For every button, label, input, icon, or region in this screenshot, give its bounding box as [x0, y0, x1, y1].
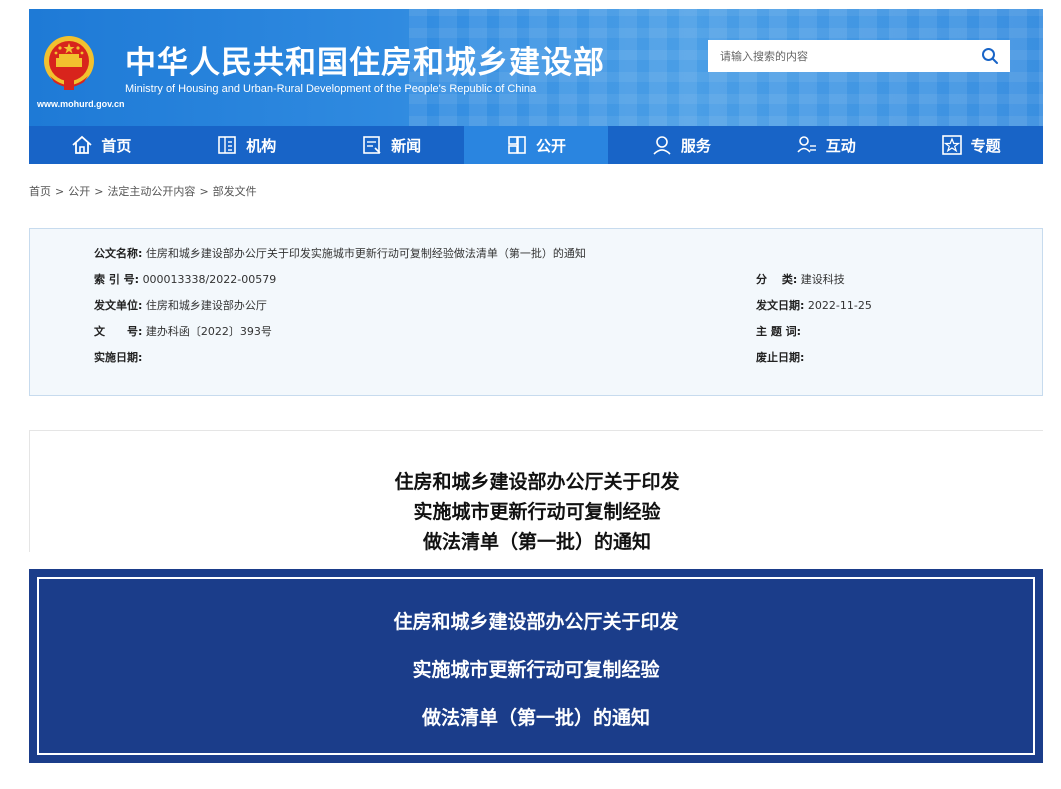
- breadcrumb-item-disclosure[interactable]: 公开: [68, 185, 90, 198]
- service-icon: [653, 136, 671, 155]
- info-effective-date: 实施日期:: [94, 349, 142, 365]
- info-label: 公文名称:: [94, 247, 143, 260]
- info-value: 000013338/2022-00579: [142, 273, 277, 286]
- search-icon: [982, 48, 998, 64]
- breadcrumb-item-home[interactable]: 首页: [29, 185, 51, 198]
- article-title-line: 实施城市更新行动可复制经验: [413, 501, 661, 523]
- breadcrumb: 首页 > 公开 > 法定主动公开内容 > 部发文件: [29, 185, 257, 198]
- title-banner-image: 住房和城乡建设部办公厅关于印发 实施城市更新行动可复制经验 做法清单（第一批）的…: [29, 569, 1043, 763]
- nav-label: 首页: [101, 136, 132, 155]
- nav-item-disclosure[interactable]: 公开: [463, 126, 609, 164]
- info-value: 住房和城乡建设部办公厅关于印发实施城市更新行动可复制经验做法清单（第一批）的通知: [145, 247, 586, 260]
- star-box-icon: [941, 135, 962, 155]
- site-title[interactable]: 中华人民共和国住房和城乡建设部: [125, 37, 605, 82]
- info-label: 实施日期:: [94, 351, 143, 364]
- nav-label: 专题: [970, 136, 1001, 155]
- info-value: 建办科函〔2022〕393号: [145, 325, 272, 338]
- banner-title-line: 做法清单（第一批）的通知: [421, 707, 650, 729]
- search-input[interactable]: [708, 40, 970, 72]
- info-value: 建设科技: [800, 273, 845, 286]
- info-label: 主 题 词:: [756, 325, 802, 338]
- nav-item-service[interactable]: 服务: [608, 126, 753, 164]
- nav-label: 新闻: [391, 136, 422, 155]
- info-expiry-date: 废止日期:: [756, 349, 804, 365]
- info-label: 发文日期:: [756, 299, 805, 312]
- disclosure-icon: [508, 136, 526, 154]
- info-label: 发文单位:: [94, 299, 143, 312]
- document-info-box: 公文名称: 住房和城乡建设部办公厅关于印发实施城市更新行动可复制经验做法清单（第…: [29, 228, 1043, 396]
- info-doc-name: 公文名称: 住房和城乡建设部办公厅关于印发实施城市更新行动可复制经验做法清单（第…: [94, 245, 586, 261]
- article-title-line: 做法清单（第一批）的通知: [422, 531, 651, 553]
- home-icon: [72, 135, 93, 154]
- info-label: 索 引 号:: [94, 273, 140, 286]
- info-value: 2022-11-25: [807, 299, 872, 312]
- building-icon: [218, 136, 237, 154]
- info-keywords: 主 题 词:: [756, 323, 801, 339]
- nav-label: 服务: [680, 136, 711, 155]
- info-value: 住房和城乡建设部办公厅: [145, 299, 267, 312]
- nav-item-interaction[interactable]: 互动: [753, 126, 898, 164]
- nav-label: 机构: [246, 136, 277, 155]
- info-label: 分 类:: [756, 273, 798, 286]
- info-label: 文 号:: [94, 325, 143, 338]
- info-doc-number: 文 号: 建办科函〔2022〕393号: [94, 323, 272, 339]
- site-url: www.mohurd.gov.cn: [37, 99, 125, 109]
- breadcrumb-item-department-docs[interactable]: 部发文件: [213, 185, 257, 198]
- article-title-line: 住房和城乡建设部办公厅关于印发: [394, 471, 680, 493]
- breadcrumb-item-statutory[interactable]: 法定主动公开内容: [107, 185, 195, 198]
- national-emblem-icon[interactable]: [42, 34, 96, 94]
- news-icon: [363, 136, 381, 154]
- article-header: 住房和城乡建设部办公厅关于印发 实施城市更新行动可复制经验 做法清单（第一批）的…: [29, 430, 1043, 553]
- nav-item-home[interactable]: 首页: [29, 126, 174, 164]
- info-index: 索 引 号: 000013338/2022-00579: [94, 271, 276, 287]
- search-button[interactable]: [972, 40, 1008, 72]
- info-label: 废止日期:: [756, 351, 805, 364]
- main-nav: 首页 机构 新闻 公开 服务 互动 专题: [29, 126, 1043, 164]
- site-subtitle: Ministry of Housing and Urban-Rural Deve…: [125, 83, 537, 95]
- info-issuer: 发文单位: 住房和城乡建设部办公厅: [94, 297, 267, 313]
- interaction-icon: [797, 136, 816, 153]
- nav-item-topics[interactable]: 专题: [898, 126, 1043, 164]
- info-category: 分 类: 建设科技: [756, 271, 845, 287]
- nav-label: 公开: [536, 136, 567, 155]
- nav-item-news[interactable]: 新闻: [319, 126, 464, 164]
- nav-item-organization[interactable]: 机构: [174, 126, 319, 164]
- info-issue-date: 发文日期: 2022-11-25: [756, 297, 872, 313]
- nav-label: 互动: [825, 136, 856, 155]
- banner-title-line: 住房和城乡建设部办公厅关于印发: [393, 611, 679, 633]
- banner-title-line: 实施城市更新行动可复制经验: [412, 659, 660, 681]
